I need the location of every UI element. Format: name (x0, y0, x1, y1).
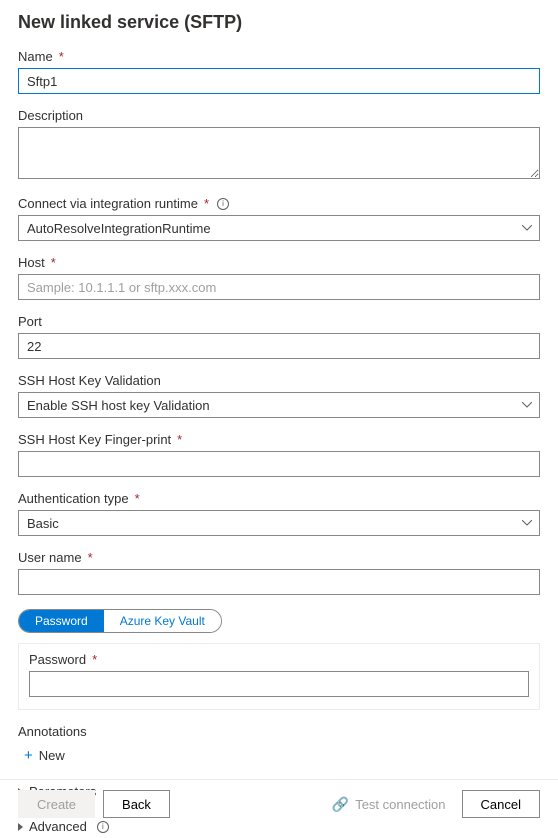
username-field-group: User name * (18, 550, 540, 595)
required-asterisk: * (88, 550, 93, 565)
connection-icon: 🔗 (332, 796, 349, 813)
runtime-label-text: Connect via integration runtime (18, 196, 198, 211)
name-input[interactable] (18, 68, 540, 94)
ssh-fingerprint-field-group: SSH Host Key Finger-print * (18, 432, 540, 477)
add-annotation-button[interactable]: + New (18, 745, 69, 766)
username-label: User name * (18, 550, 540, 565)
name-field-group: Name * (18, 49, 540, 94)
host-label-text: Host (18, 255, 45, 270)
panel-title: New linked service (SFTP) (18, 12, 540, 33)
username-label-text: User name (18, 550, 82, 565)
ssh-fingerprint-label-text: SSH Host Key Finger-print (18, 432, 171, 447)
name-label: Name * (18, 49, 540, 64)
description-input[interactable] (18, 127, 540, 179)
ssh-fingerprint-label: SSH Host Key Finger-print * (18, 432, 540, 447)
back-button[interactable]: Back (103, 790, 170, 818)
auth-type-label-text: Authentication type (18, 491, 129, 506)
port-label: Port (18, 314, 540, 329)
port-field-group: Port (18, 314, 540, 359)
description-field-group: Description (18, 108, 540, 182)
required-asterisk: * (204, 196, 209, 211)
runtime-select[interactable]: AutoResolveIntegrationRuntime (18, 215, 540, 241)
required-asterisk: * (59, 49, 64, 64)
runtime-field-group: Connect via integration runtime * i Auto… (18, 196, 540, 241)
info-icon[interactable]: i (217, 198, 229, 210)
test-connection-button[interactable]: 🔗 Test connection (324, 796, 454, 813)
password-label-text: Password (29, 652, 86, 667)
auth-type-select[interactable]: Basic (18, 510, 540, 536)
host-label: Host * (18, 255, 540, 270)
name-label-text: Name (18, 49, 53, 64)
add-annotation-label: New (39, 748, 65, 763)
host-input[interactable] (18, 274, 540, 300)
password-box: Password * (18, 643, 540, 710)
plus-icon: + (24, 747, 33, 764)
cancel-button[interactable]: Cancel (462, 790, 540, 818)
required-asterisk: * (92, 652, 97, 667)
required-asterisk: * (135, 491, 140, 506)
tab-azure-key-vault[interactable]: Azure Key Vault (104, 610, 221, 632)
footer: Create Back 🔗 Test connection Cancel (0, 779, 558, 828)
runtime-label: Connect via integration runtime * i (18, 196, 540, 211)
username-input[interactable] (18, 569, 540, 595)
password-label: Password * (29, 652, 529, 667)
required-asterisk: * (51, 255, 56, 270)
auth-type-label: Authentication type * (18, 491, 540, 506)
ssh-fingerprint-input[interactable] (18, 451, 540, 477)
ssh-validation-select[interactable]: Enable SSH host key Validation (18, 392, 540, 418)
create-button[interactable]: Create (18, 790, 95, 818)
port-input[interactable] (18, 333, 540, 359)
ssh-validation-label: SSH Host Key Validation (18, 373, 540, 388)
password-input[interactable] (29, 671, 529, 697)
annotations-label: Annotations (18, 724, 540, 739)
description-label: Description (18, 108, 540, 123)
required-asterisk: * (177, 432, 182, 447)
auth-type-field-group: Authentication type * Basic (18, 491, 540, 536)
tab-password[interactable]: Password (19, 610, 104, 632)
credential-source-toggle: Password Azure Key Vault (18, 609, 222, 633)
test-connection-label: Test connection (355, 797, 445, 812)
host-field-group: Host * (18, 255, 540, 300)
ssh-validation-field-group: SSH Host Key Validation Enable SSH host … (18, 373, 540, 418)
